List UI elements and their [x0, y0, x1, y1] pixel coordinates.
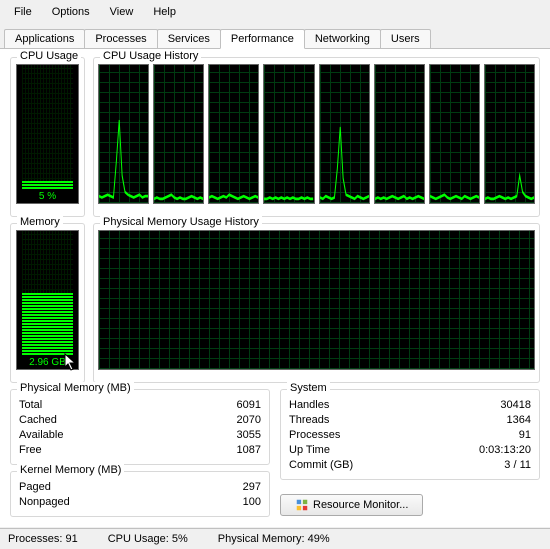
tab-users[interactable]: Users: [380, 29, 431, 49]
cpu-meter-label: 5 %: [17, 190, 78, 203]
cpu-core-chart-6: [429, 64, 480, 204]
status-processes: Processes: 91: [8, 533, 78, 545]
cpu-history-title: CPU Usage History: [100, 50, 201, 62]
resource-monitor-button[interactable]: Resource Monitor...: [280, 494, 423, 516]
performance-panel: CPU Usage 5 % CPU Usage History Memory 2…: [0, 49, 550, 527]
tab-applications[interactable]: Applications: [4, 29, 85, 49]
tab-networking[interactable]: Networking: [304, 29, 381, 49]
cpu-core-chart-1: [153, 64, 204, 204]
kernel-memory-group: Kernel Memory (MB) Paged297 Nonpaged100: [10, 471, 270, 517]
physical-memory-group: Physical Memory (MB) Total6091 Cached207…: [10, 389, 270, 465]
mem-history-title: Physical Memory Usage History: [100, 216, 262, 228]
commit-value: 3 / 11: [504, 458, 531, 473]
menu-view[interactable]: View: [100, 2, 144, 22]
menu-bar: File Options View Help: [0, 0, 550, 24]
free-value: 1087: [237, 443, 261, 458]
tab-services[interactable]: Services: [157, 29, 221, 49]
cached-value: 2070: [237, 413, 261, 428]
memory-meter: 2.96 GB: [16, 230, 79, 370]
cpu-core-chart-7: [484, 64, 535, 204]
tab-performance[interactable]: Performance: [220, 29, 305, 49]
nonpaged-label: Nonpaged: [19, 495, 70, 510]
system-group: System Handles30418 Threads1364 Processe…: [280, 389, 540, 480]
cpu-history-group: CPU Usage History: [93, 57, 540, 217]
available-value: 3055: [237, 428, 261, 443]
tab-bar: Applications Processes Services Performa…: [0, 24, 550, 49]
status-memory: Physical Memory: 49%: [218, 533, 330, 545]
status-bar: Processes: 91 CPU Usage: 5% Physical Mem…: [0, 528, 550, 549]
nonpaged-value: 100: [243, 495, 261, 510]
system-title: System: [287, 382, 330, 394]
cpu-usage-group: CPU Usage 5 %: [10, 57, 85, 217]
cached-label: Cached: [19, 413, 57, 428]
total-value: 6091: [237, 398, 261, 413]
memory-title: Memory: [17, 216, 63, 228]
cpu-meter: 5 %: [16, 64, 79, 204]
cpu-core-chart-3: [263, 64, 314, 204]
threads-value: 1364: [507, 413, 531, 428]
available-label: Available: [19, 428, 63, 443]
mem-history-group: Physical Memory Usage History: [93, 223, 540, 383]
cpu-core-chart-0: [98, 64, 149, 204]
uptime-label: Up Time: [289, 443, 330, 458]
threads-label: Threads: [289, 413, 329, 428]
mem-history-chart: [98, 230, 535, 370]
physical-memory-title: Physical Memory (MB): [17, 382, 134, 394]
uptime-value: 0:03:13:20: [479, 443, 531, 458]
total-label: Total: [19, 398, 42, 413]
resource-monitor-icon: [295, 498, 309, 512]
kernel-memory-title: Kernel Memory (MB): [17, 464, 124, 476]
handles-label: Handles: [289, 398, 329, 413]
cpu-core-chart-2: [208, 64, 259, 204]
cpu-core-chart-4: [319, 64, 370, 204]
cpu-history-grid: [98, 64, 535, 204]
paged-label: Paged: [19, 480, 51, 495]
handles-value: 30418: [500, 398, 531, 413]
cpu-usage-title: CPU Usage: [17, 50, 81, 62]
free-label: Free: [19, 443, 42, 458]
processes-label: Processes: [289, 428, 340, 443]
menu-file[interactable]: File: [4, 2, 42, 22]
commit-label: Commit (GB): [289, 458, 353, 473]
status-cpu: CPU Usage: 5%: [108, 533, 188, 545]
paged-value: 297: [243, 480, 261, 495]
menu-options[interactable]: Options: [42, 2, 100, 22]
cursor-icon: [64, 353, 78, 371]
cpu-core-chart-5: [374, 64, 425, 204]
tab-processes[interactable]: Processes: [84, 29, 157, 49]
resource-monitor-label: Resource Monitor...: [313, 499, 408, 511]
processes-value: 91: [519, 428, 531, 443]
menu-help[interactable]: Help: [143, 2, 186, 22]
